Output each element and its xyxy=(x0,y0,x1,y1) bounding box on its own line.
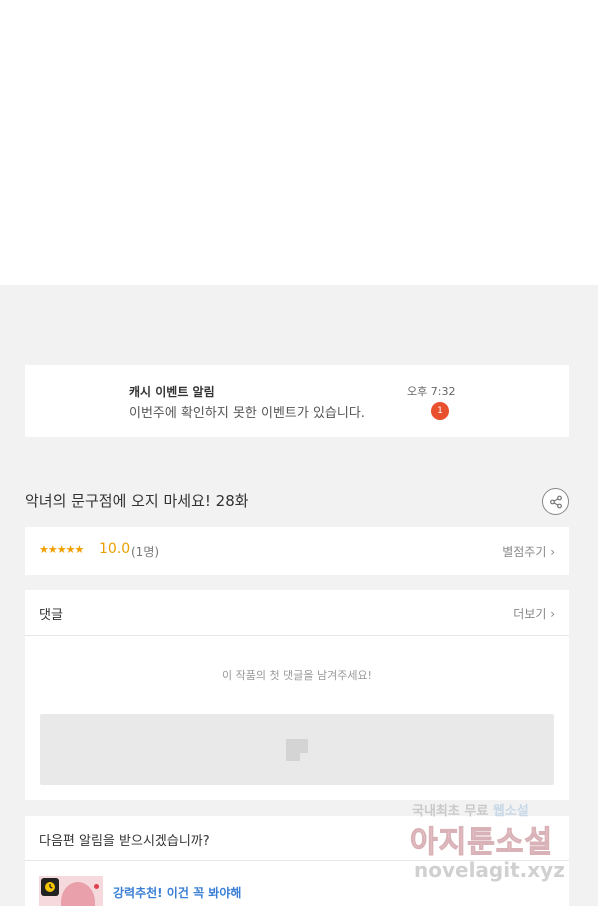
rate-button[interactable]: 별점주기 › xyxy=(502,543,555,560)
notification-badge: 1 xyxy=(431,402,449,420)
episode-title: 악녀의 문구점에 오지 마세요! 28화 xyxy=(25,492,249,510)
recommend-thumbnail[interactable] xyxy=(39,876,103,906)
comment-input-box[interactable] xyxy=(40,714,554,785)
comments-more-link[interactable]: 더보기 › xyxy=(513,605,555,622)
rating-score: 10.0 xyxy=(99,541,131,557)
thumbnail-art xyxy=(61,882,95,906)
notification-title: 캐시 이벤트 알림 xyxy=(129,385,215,399)
share-icon xyxy=(549,495,562,508)
notification-card[interactable]: 캐시 이벤트 알림 이번주에 확인하지 못한 이벤트가 있습니다. 오후 7:3… xyxy=(25,365,569,437)
comments-title: 댓글 xyxy=(39,608,63,623)
clock-icon xyxy=(41,878,59,896)
notification-time: 오후 7:32 xyxy=(407,385,456,398)
rating-card: ★★★★★ 10.0 (1명) 별점주기 › xyxy=(25,527,569,575)
next-episode-header[interactable]: 다음편 알림을 받으시겠습니까? xyxy=(25,816,569,861)
comments-header: 댓글 더보기 › xyxy=(25,590,569,636)
next-episode-card: 다음편 알림을 받으시겠습니까? 강력추천! 이건 꼭 봐야해 xyxy=(25,816,569,906)
comments-empty-message: 이 작품의 첫 댓글을 남겨주세요! xyxy=(222,669,372,682)
content-blank-area xyxy=(0,0,598,285)
recommend-link[interactable]: 강력추천! 이건 꼭 봐야해 xyxy=(113,884,241,901)
comments-card: 댓글 더보기 › 이 작품의 첫 댓글을 남겨주세요! xyxy=(25,590,569,800)
thumbnail-dot xyxy=(94,884,99,889)
rating-stars: ★★★★★ xyxy=(39,543,84,556)
notification-body: 이번주에 확인하지 못한 이벤트가 있습니다. xyxy=(129,406,365,421)
next-episode-title: 다음편 알림을 받으시겠습니까? xyxy=(39,834,210,849)
note-icon xyxy=(286,738,308,761)
rating-count: (1명) xyxy=(131,545,160,559)
share-button[interactable] xyxy=(542,488,569,515)
